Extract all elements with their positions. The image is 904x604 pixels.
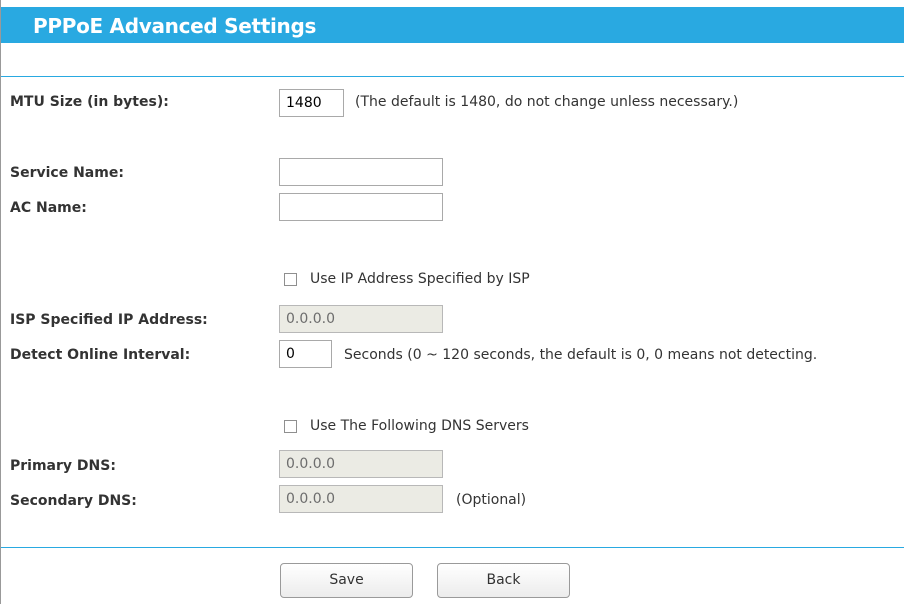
secondary-dns-hint: (Optional): [456, 492, 527, 508]
secondary-dns-label: Secondary DNS:: [10, 493, 137, 509]
service-name-input[interactable]: [279, 158, 443, 186]
secondary-dns-input[interactable]: [279, 485, 443, 513]
primary-dns-label: Primary DNS:: [10, 458, 116, 474]
use-isp-ip-checkbox[interactable]: [284, 272, 297, 286]
left-border: [0, 0, 1, 604]
ac-name-label: AC Name:: [10, 200, 87, 216]
mtu-input[interactable]: [279, 89, 344, 117]
isp-ip-input[interactable]: [279, 305, 443, 333]
title-bar: PPPoE Advanced Settings: [1, 7, 904, 43]
mtu-hint: (The default is 1480, do not change unle…: [355, 94, 739, 110]
detect-interval-hint: Seconds (0 ~ 120 seconds, the default is…: [344, 347, 818, 363]
bottom-divider: [1, 547, 904, 548]
pppoe-advanced-settings-page: PPPoE Advanced Settings MTU Size (in byt…: [0, 0, 904, 604]
isp-ip-label: ISP Specified IP Address:: [10, 312, 208, 328]
service-name-label: Service Name:: [10, 165, 124, 181]
primary-dns-input[interactable]: [279, 450, 443, 478]
use-isp-ip-row[interactable]: Use IP Address Specified by ISP: [284, 271, 530, 287]
detect-interval-input[interactable]: [279, 340, 332, 368]
top-divider: [1, 76, 904, 77]
page-title: PPPoE Advanced Settings: [33, 14, 317, 38]
save-button[interactable]: Save: [280, 563, 413, 598]
use-dns-row[interactable]: Use The Following DNS Servers: [284, 418, 529, 434]
use-dns-checkbox[interactable]: [284, 419, 297, 433]
detect-interval-label: Detect Online Interval:: [10, 347, 191, 363]
use-dns-label: Use The Following DNS Servers: [310, 418, 529, 434]
ac-name-input[interactable]: [279, 193, 443, 221]
mtu-label: MTU Size (in bytes):: [10, 94, 169, 110]
back-button[interactable]: Back: [437, 563, 570, 598]
use-isp-ip-label: Use IP Address Specified by ISP: [310, 271, 530, 287]
